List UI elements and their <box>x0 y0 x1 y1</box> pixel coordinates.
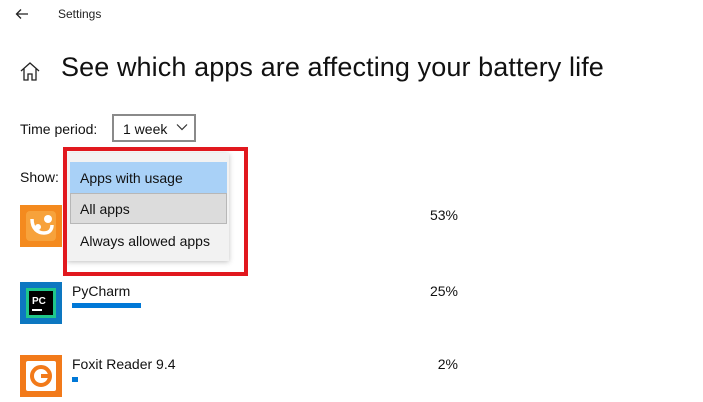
pycharm-icon: PC <box>20 282 62 324</box>
title-bar: Settings <box>0 0 703 30</box>
chevron-down-icon <box>176 124 188 131</box>
uc-browser-icon <box>20 205 62 247</box>
back-arrow-icon <box>15 9 28 19</box>
time-period-value: 1 week <box>123 121 168 137</box>
usage-bar <box>72 377 78 382</box>
time-period-label: Time period: <box>20 121 98 137</box>
usage-bar <box>72 303 141 308</box>
dropdown-option-always-allowed-apps[interactable]: Always allowed apps <box>70 225 227 256</box>
home-icon[interactable] <box>19 60 41 82</box>
app-percent: 2% <box>437 356 458 372</box>
show-dropdown-menu: Apps with usage All apps Always allowed … <box>67 153 229 261</box>
dropdown-option-all-apps[interactable]: All apps <box>70 193 227 224</box>
back-button[interactable] <box>8 2 36 26</box>
time-period-dropdown[interactable]: 1 week <box>112 114 196 142</box>
app-percent: 53% <box>429 207 458 223</box>
foxit-reader-icon <box>20 355 62 397</box>
show-label: Show: <box>20 169 59 185</box>
app-name: Foxit Reader 9.4 <box>72 356 176 372</box>
window-title: Settings <box>58 7 102 21</box>
dropdown-option-apps-with-usage[interactable]: Apps with usage <box>70 162 227 193</box>
page-title: See which apps are affecting your batter… <box>61 52 604 82</box>
app-percent: 25% <box>429 283 458 299</box>
app-name: PyCharm <box>72 283 131 299</box>
svg-text:PC: PC <box>32 296 46 307</box>
